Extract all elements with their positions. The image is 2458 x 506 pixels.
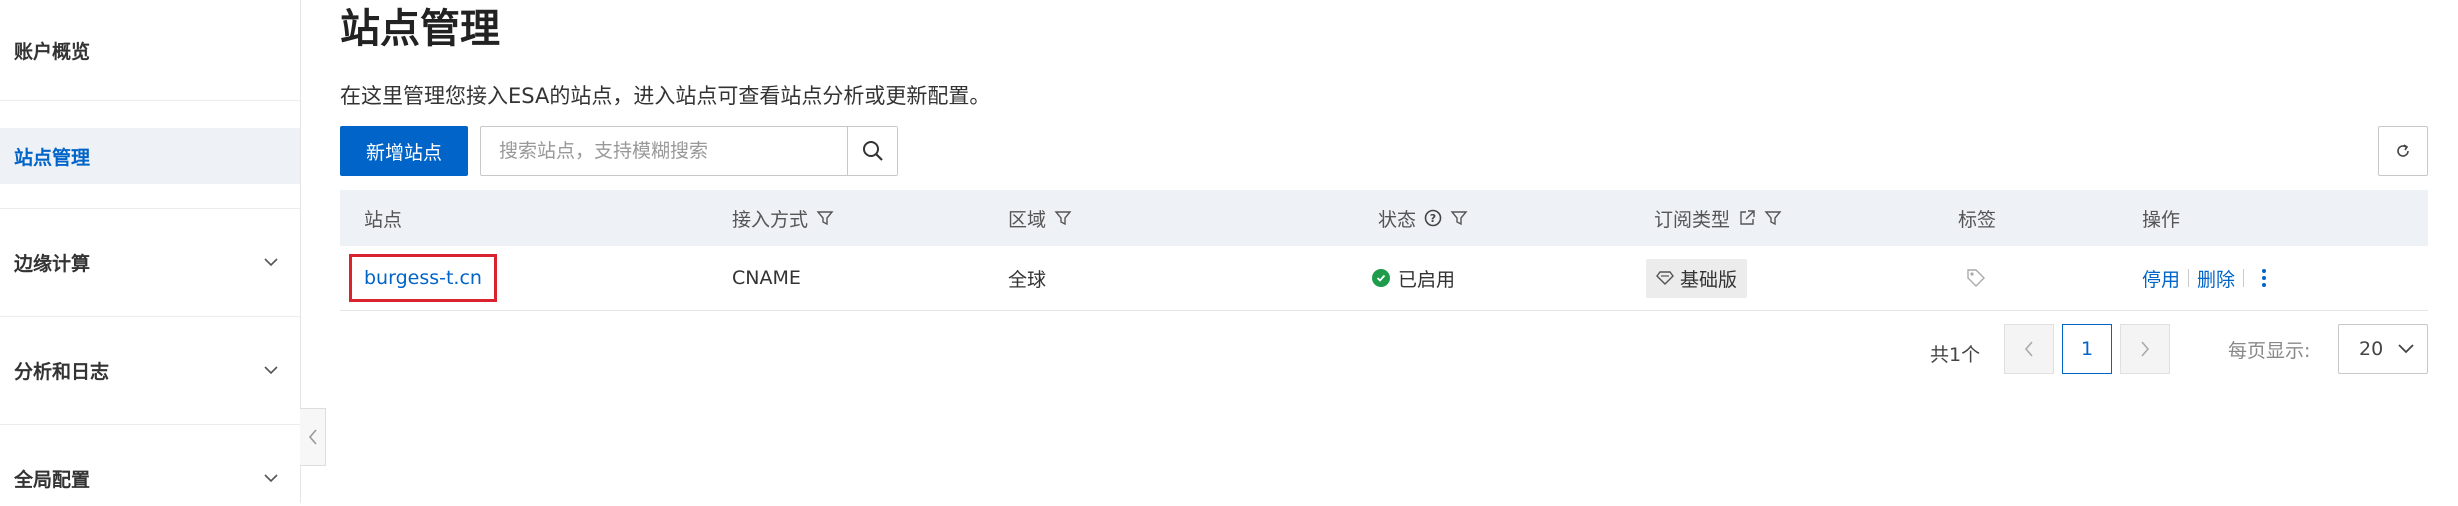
search-button[interactable] xyxy=(847,127,897,175)
per-page-label: 每页显示: xyxy=(2228,339,2311,362)
add-site-button[interactable]: 新增站点 xyxy=(340,126,468,176)
table-row: burgess-t.cn CNAME 全球 已启用 基础版 停用 删除 xyxy=(340,246,2428,311)
cell-actions: 停用 删除 xyxy=(2142,246,2267,310)
sidebar-item-account-overview[interactable]: 账户概览 xyxy=(0,22,300,78)
cell-plan: 基础版 xyxy=(1646,246,1748,310)
sidebar-divider xyxy=(0,316,300,317)
more-actions-icon[interactable] xyxy=(2262,269,2267,287)
cell-tags xyxy=(1966,246,1986,310)
sidebar-item-label: 边缘计算 xyxy=(14,252,91,275)
sidebar-item-site-management[interactable]: 站点管理 xyxy=(0,128,300,184)
sidebar-item-edge-computing[interactable]: 边缘计算 xyxy=(0,234,300,290)
column-actions: 操作 xyxy=(2142,190,2180,246)
site-search xyxy=(480,126,898,176)
search-icon xyxy=(862,141,883,161)
search-input[interactable] xyxy=(481,127,847,175)
sidebar-divider xyxy=(0,100,300,101)
sidebar-collapse-handle[interactable] xyxy=(300,408,326,466)
column-label: 接入方式 xyxy=(732,208,809,231)
chevron-right-icon xyxy=(2141,341,2150,357)
column-region: 区域 xyxy=(1008,190,1072,246)
plan-label: 基础版 xyxy=(1680,268,1738,291)
column-status: 状态 ? xyxy=(1378,190,1468,246)
site-link[interactable]: burgess-t.cn xyxy=(349,254,497,302)
divider xyxy=(2188,269,2190,287)
sidebar-item-label: 分析和日志 xyxy=(14,360,110,383)
column-label: 状态 xyxy=(1378,208,1417,231)
per-page-select[interactable]: 20 xyxy=(2338,324,2428,374)
sidebar-divider xyxy=(0,424,300,425)
chevron-down-icon xyxy=(264,258,278,267)
page-number-current[interactable]: 1 xyxy=(2062,324,2112,374)
sidebar: 账户概览 站点管理 边缘计算 分析和日志 全局配置 xyxy=(0,0,301,503)
page-description: 在这里管理您接入ESA的站点，进入站点可查看站点分析或更新配置。 xyxy=(340,84,991,108)
divider xyxy=(2243,269,2245,287)
chevron-down-icon xyxy=(2398,344,2414,354)
chevron-down-icon xyxy=(264,474,278,483)
column-label: 区域 xyxy=(1008,208,1047,231)
sidebar-item-label: 站点管理 xyxy=(14,146,91,169)
chevron-left-icon xyxy=(308,429,317,445)
filter-icon[interactable] xyxy=(1054,209,1072,227)
column-site: 站点 xyxy=(364,190,402,246)
prev-page-button[interactable] xyxy=(2004,324,2054,374)
cell-site: burgess-t.cn xyxy=(349,246,497,310)
column-label: 站点 xyxy=(364,208,403,231)
column-plan: 订阅类型 xyxy=(1654,190,1782,246)
chevron-left-icon xyxy=(2024,341,2033,357)
cell-access: CNAME xyxy=(732,267,801,289)
sidebar-item-label: 全局配置 xyxy=(14,468,91,491)
sidebar-item-label: 账户概览 xyxy=(14,40,91,63)
help-icon[interactable]: ? xyxy=(1424,209,1442,227)
total-count: 共1个 xyxy=(1930,343,1981,366)
plan-badge: 基础版 xyxy=(1646,258,1748,298)
table-header: 站点 接入方式 区域 状态 ? 订阅类型 标签 操作 xyxy=(340,190,2428,246)
filter-icon[interactable] xyxy=(1450,209,1468,227)
sidebar-item-global-config[interactable]: 全局配置 xyxy=(0,450,300,506)
disable-button[interactable]: 停用 xyxy=(2142,265,2180,292)
svg-text:?: ? xyxy=(1430,212,1436,225)
column-tags: 标签 xyxy=(1958,190,1996,246)
sidebar-divider xyxy=(0,208,300,209)
chevron-down-icon xyxy=(264,366,278,375)
status-text: 已启用 xyxy=(1398,268,1456,291)
column-access: 接入方式 xyxy=(732,190,834,246)
delete-button[interactable]: 删除 xyxy=(2197,265,2235,292)
tag-icon[interactable] xyxy=(1966,268,1986,288)
filter-icon[interactable] xyxy=(1764,209,1782,227)
column-label: 订阅类型 xyxy=(1654,208,1731,231)
filter-icon[interactable] xyxy=(816,209,834,227)
refresh-icon xyxy=(2397,144,2409,157)
external-link-icon[interactable] xyxy=(1738,209,1756,227)
column-label: 操作 xyxy=(2142,208,2181,231)
column-label: 标签 xyxy=(1958,208,1997,231)
cell-status: 已启用 xyxy=(1372,246,1455,310)
per-page-value: 20 xyxy=(2359,338,2384,360)
cell-region: 全球 xyxy=(1008,268,1047,291)
diamond-icon xyxy=(1656,271,1674,285)
next-page-button[interactable] xyxy=(2120,324,2170,374)
page-title: 站点管理 xyxy=(340,6,500,52)
refresh-button[interactable] xyxy=(2378,126,2428,176)
check-circle-icon xyxy=(1372,269,1390,287)
sidebar-item-analytics-logs[interactable]: 分析和日志 xyxy=(0,342,300,398)
